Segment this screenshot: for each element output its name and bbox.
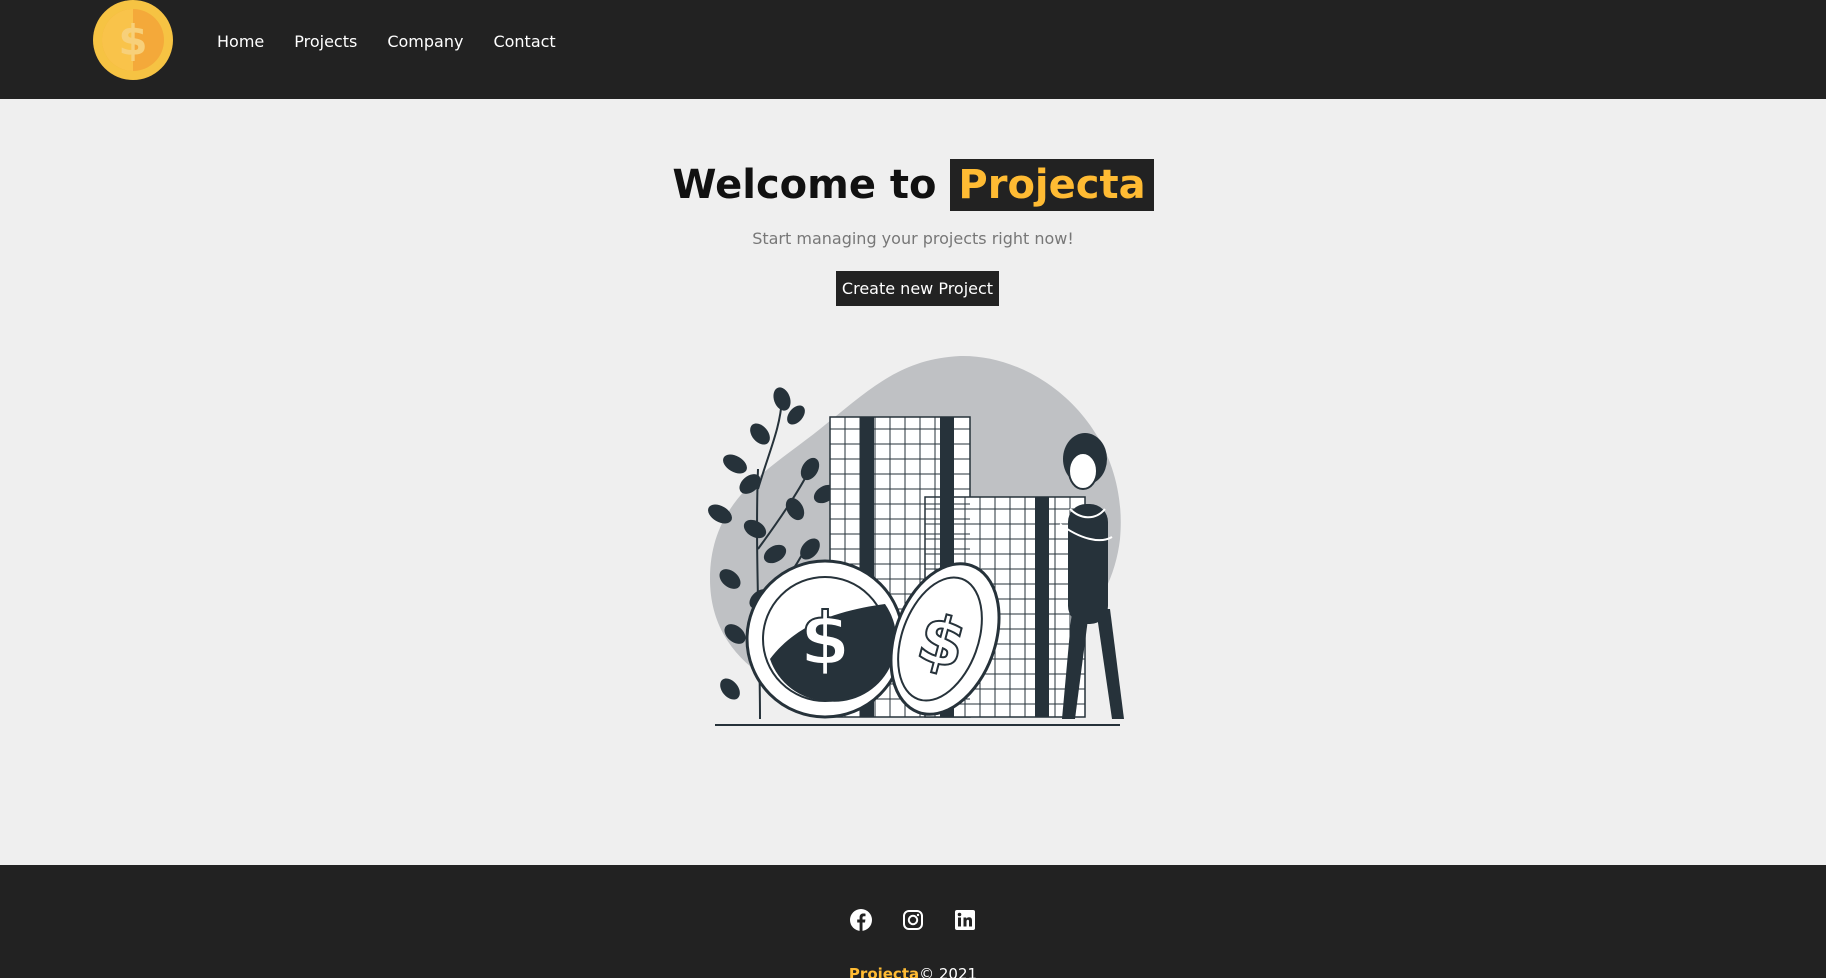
footer-brand: Projecta — [848, 965, 920, 978]
svg-text:$: $ — [118, 16, 147, 65]
logo-link[interactable]: $ — [93, 0, 173, 80]
linkedin-icon — [955, 910, 975, 930]
nav-home-link[interactable]: Home — [217, 32, 264, 51]
copyright-year: © 2021 — [919, 965, 978, 978]
navbar: $ Home Projects Company Contact — [0, 0, 1826, 99]
social-links — [0, 909, 1826, 931]
title-brand: Projecta — [950, 159, 1154, 211]
copyright-text: Projecta© 2021 — [0, 965, 1826, 978]
facebook-icon — [850, 909, 872, 931]
svg-text:$: $ — [800, 597, 850, 681]
instagram-link[interactable] — [902, 909, 924, 931]
dollar-coin-icon: $ — [93, 0, 173, 80]
linkedin-link[interactable] — [954, 909, 976, 931]
facebook-link[interactable] — [850, 909, 872, 931]
hero-subtitle: Start managing your projects right now! — [752, 229, 1074, 248]
nav-company-link[interactable]: Company — [387, 32, 463, 51]
savings-illustration: $ $ — [708, 355, 1124, 726]
nav-contact-link[interactable]: Contact — [493, 32, 555, 51]
nav-projects-link[interactable]: Projects — [294, 32, 357, 51]
nav-menu: Home Projects Company Contact — [217, 32, 556, 51]
page-title: Welcome to Projecta — [0, 159, 1826, 211]
title-prefix: Welcome to — [672, 162, 937, 208]
create-project-button[interactable]: Create new Project — [836, 271, 999, 306]
footer: Projecta© 2021 — [0, 865, 1826, 978]
instagram-icon — [903, 910, 923, 930]
hero-section: Welcome to Projecta Start managing your … — [0, 99, 1826, 865]
